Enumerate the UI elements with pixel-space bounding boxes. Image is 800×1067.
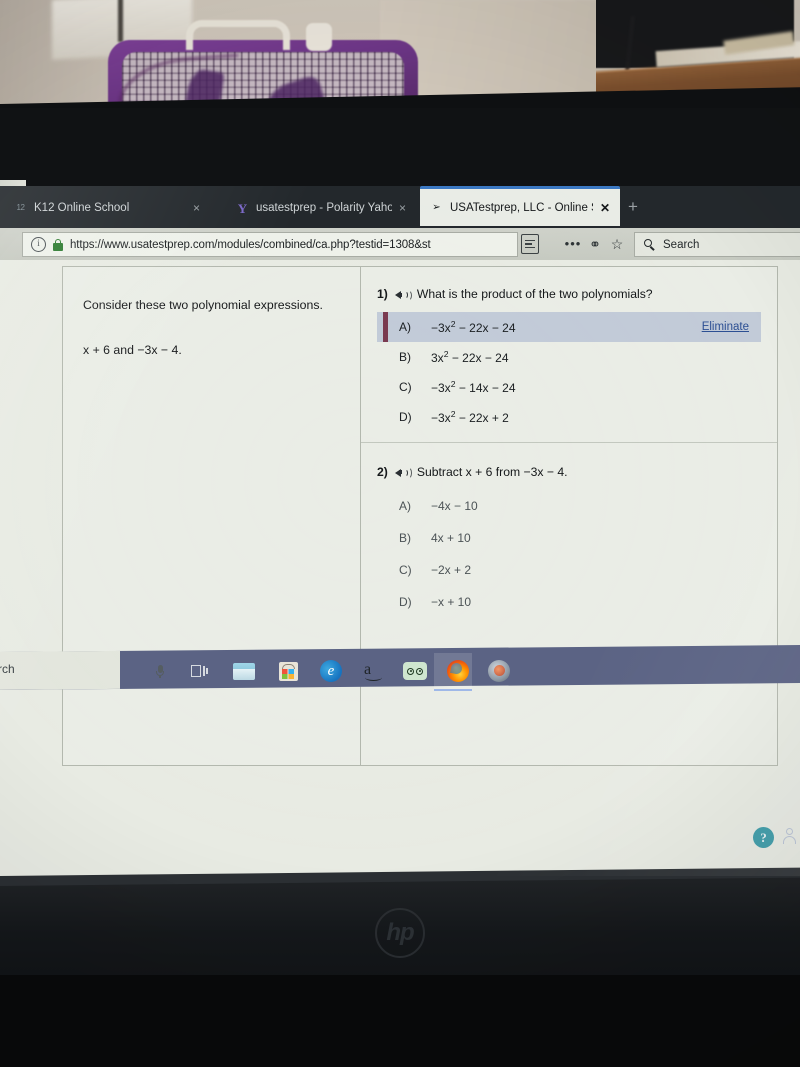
browser-tab-usatestprep[interactable]: ➢ USATestprep, LLC - Online Statе ✕: [420, 186, 620, 226]
fan-handle: [186, 20, 290, 50]
cursor-favicon: ➢: [432, 201, 441, 213]
url-text: https://www.usatestprep.com/modules/comb…: [70, 238, 431, 251]
edge-icon[interactable]: e: [316, 658, 346, 684]
question-number: 1): [377, 287, 388, 301]
k12-favicon: 12: [16, 203, 25, 212]
question-1-header: 1) What is the product of the two polyno…: [377, 287, 761, 303]
task-view-icon[interactable]: [184, 658, 214, 684]
close-icon[interactable]: ×: [193, 201, 200, 215]
choice-2-c[interactable]: C) −2x + 2: [377, 554, 761, 586]
passage-panel: Consider these two polynomial expression…: [63, 267, 361, 765]
question-2-header: 2) Subtract x + 6 from −3x − 4.: [377, 465, 761, 481]
tab-title: USATestprep, LLC - Online Statе: [450, 201, 593, 214]
taskbar-search-box[interactable]: [0, 650, 120, 690]
reader-view-icon[interactable]: [521, 234, 539, 254]
pocket-icon[interactable]: ⚭: [585, 234, 605, 254]
address-bar[interactable]: i https://www.usatestprep.com/modules/co…: [22, 232, 518, 257]
choice-1-b[interactable]: B) 3x2 − 22x − 24: [377, 342, 761, 372]
passage-expression: x + 6 and −3x − 4.: [83, 342, 182, 357]
choice-text: −3x2 − 22x + 2: [431, 408, 509, 425]
choice-label: D): [399, 594, 412, 609]
choice-text: −2x + 2: [431, 562, 472, 577]
choice-label: B): [399, 530, 411, 545]
photographed-laptop-scene: 12 K12 Online School × Y usatestprep - P…: [0, 0, 800, 1067]
tab-title: usatestprep - Polarity Yahoo: [256, 202, 392, 214]
choice-label: D): [399, 409, 412, 424]
choice-text: 3x2 − 22x − 24: [431, 348, 509, 365]
browser-tab-k12[interactable]: 12 K12 Online School ×: [4, 190, 210, 226]
choice-2-a[interactable]: A) −4x − 10: [377, 490, 761, 522]
laptop-deck-lower: [0, 975, 800, 1067]
passage-intro: Consider these two polynomial expression…: [83, 298, 323, 312]
choice-label: A): [399, 498, 411, 513]
choice-text: −4x − 10: [431, 498, 478, 513]
choice-label: A): [399, 319, 411, 334]
choice-2-d[interactable]: D) −x + 10: [377, 586, 761, 618]
question-number: 2): [377, 464, 388, 479]
search-input[interactable]: Search: [634, 232, 800, 257]
tab-title: K12 Online School: [34, 202, 130, 214]
search-icon: [644, 239, 655, 250]
browser-tab-yahoo[interactable]: Y usatestprep - Polarity Yahoo ×: [226, 190, 416, 226]
microsoft-store-icon[interactable]: [273, 658, 303, 684]
tripadvisor-icon[interactable]: [400, 658, 430, 684]
choice-2-b[interactable]: B) 4x + 10: [377, 522, 761, 554]
fan-knob: [306, 23, 332, 51]
choice-1-c[interactable]: C) −3x2 − 14x − 24: [377, 372, 761, 402]
choice-text: −3x2 − 22x − 24: [431, 318, 516, 335]
page-content: Consider these two polynomial expression…: [0, 260, 800, 876]
close-icon[interactable]: ×: [399, 201, 406, 215]
choice-text: −3x2 − 14x − 24: [431, 378, 516, 395]
account-icon[interactable]: [782, 828, 798, 846]
speaker-icon[interactable]: [394, 288, 412, 302]
choice-1-d[interactable]: D) −3x2 − 22x + 2: [377, 402, 761, 432]
question-1: 1) What is the product of the two polyno…: [361, 267, 777, 442]
eliminate-link[interactable]: Eliminate: [702, 321, 749, 333]
choice-1-a[interactable]: A) −3x2 − 22x − 24 Eliminate: [377, 311, 761, 342]
taskbar-search-text: rch: [0, 662, 15, 676]
media-app-icon[interactable]: [484, 658, 514, 684]
site-info-icon[interactable]: i: [31, 237, 46, 252]
choice-label: C): [399, 379, 412, 394]
search-placeholder: Search: [663, 238, 700, 251]
question-2-choices: A) −4x − 10 B) 4x + 10 C) −2x + 2 D) −x …: [377, 490, 761, 618]
microphone-icon[interactable]: [145, 658, 175, 684]
firefox-icon[interactable]: [443, 658, 473, 684]
file-explorer-icon[interactable]: [229, 658, 259, 684]
close-icon[interactable]: ✕: [600, 201, 610, 215]
laptop-screen: 12 K12 Online School × Y usatestprep - P…: [0, 186, 800, 876]
lock-icon: [53, 238, 63, 251]
bookmark-star-icon[interactable]: ☆: [607, 234, 627, 254]
help-icon[interactable]: ?: [753, 827, 774, 848]
page-actions-icon[interactable]: •••: [563, 234, 583, 254]
browser-tabstrip: 12 K12 Online School × Y usatestprep - P…: [0, 186, 800, 228]
choice-label: B): [399, 349, 411, 364]
new-tab-button[interactable]: +: [628, 197, 638, 217]
hp-logo: hp: [375, 908, 425, 958]
question-1-choices: A) −3x2 − 22x − 24 Eliminate B) 3x2 − 22…: [377, 311, 761, 432]
laptop-bezel-top-inner: [0, 108, 800, 188]
choice-label: C): [399, 562, 412, 577]
question-text: Subtract x + 6 from −3x − 4.: [416, 464, 568, 479]
choice-text: −x + 10: [431, 594, 472, 609]
yahoo-favicon: Y: [237, 200, 248, 216]
choice-text: 4x + 10: [431, 530, 471, 545]
question-text: What is the product of the two polynomia…: [416, 287, 653, 301]
questions-panel: 1) What is the product of the two polyno…: [361, 267, 777, 765]
speaker-icon[interactable]: [394, 466, 412, 479]
question-2: 2) Subtract x + 6 from −3x − 4. A) −4x −…: [361, 441, 777, 628]
amazon-icon[interactable]: a: [359, 658, 389, 684]
assessment-panel: Consider these two polynomial expression…: [62, 266, 778, 766]
